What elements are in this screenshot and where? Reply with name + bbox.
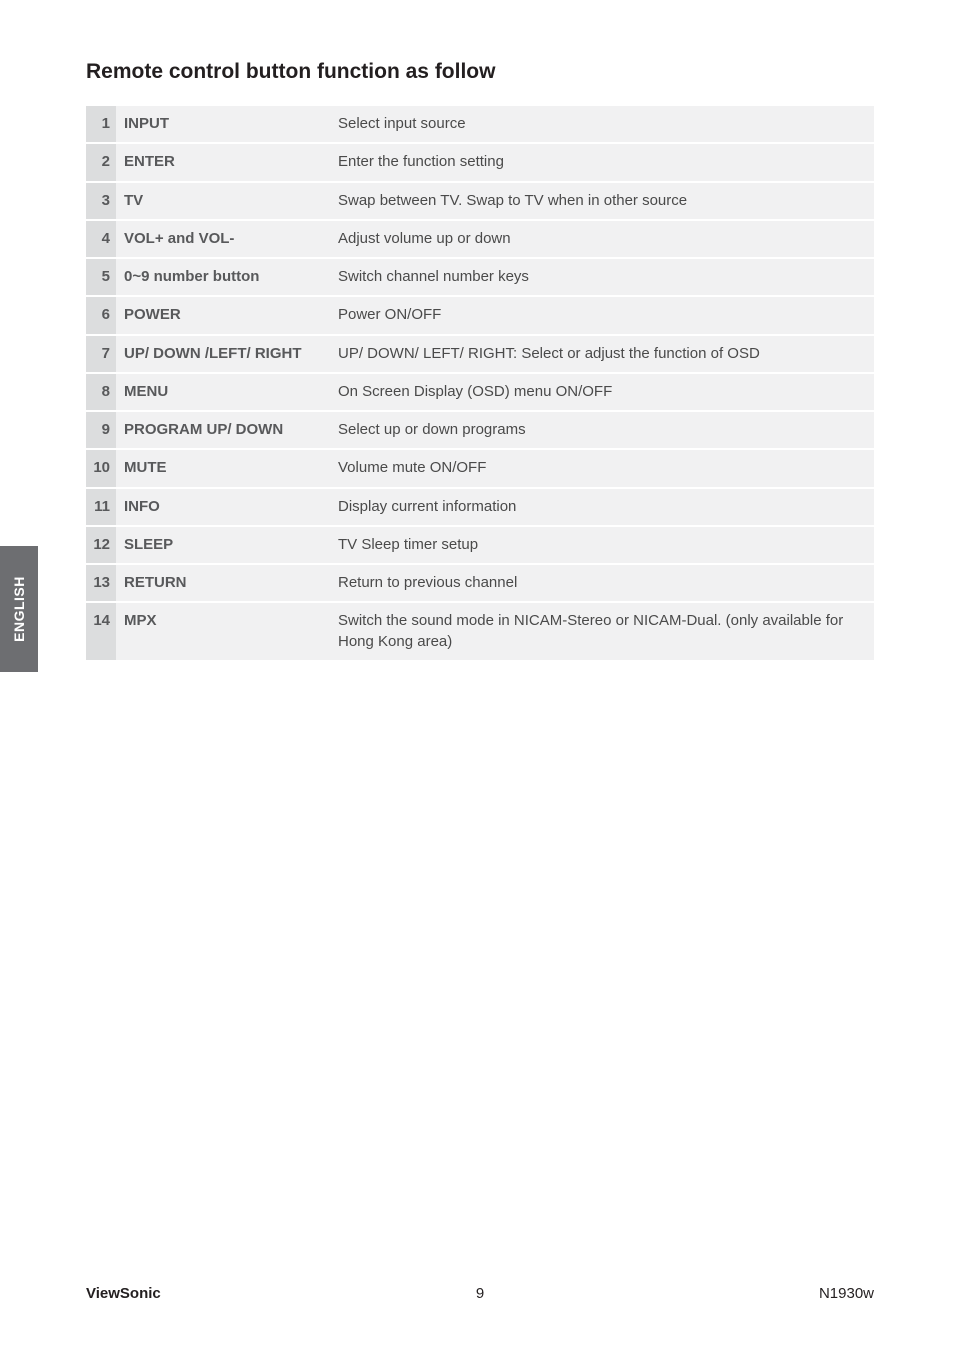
button-description: Display current information xyxy=(330,488,874,526)
row-number: 8 xyxy=(86,373,116,411)
button-description: UP/ DOWN/ LEFT/ RIGHT: Select or adjust … xyxy=(330,335,874,373)
table-row: 4VOL+ and VOL-Adjust volume up or down xyxy=(86,220,874,258)
button-description: Power ON/OFF xyxy=(330,296,874,334)
row-number: 4 xyxy=(86,220,116,258)
row-number: 6 xyxy=(86,296,116,334)
button-name: PROGRAM UP/ DOWN xyxy=(116,411,330,449)
button-name: INFO xyxy=(116,488,330,526)
button-name: INPUT xyxy=(116,106,330,143)
table-row: 2ENTEREnter the function setting xyxy=(86,143,874,181)
remote-control-table: 1INPUTSelect input source2ENTEREnter the… xyxy=(86,106,874,662)
button-name: UP/ DOWN /LEFT/ RIGHT xyxy=(116,335,330,373)
button-name: MUTE xyxy=(116,449,330,487)
button-name: POWER xyxy=(116,296,330,334)
row-number: 5 xyxy=(86,258,116,296)
row-number: 14 xyxy=(86,602,116,661)
button-description: Return to previous channel xyxy=(330,564,874,602)
table-row: 3TVSwap between TV. Swap to TV when in o… xyxy=(86,182,874,220)
table-row: 10MUTEVolume mute ON/OFF xyxy=(86,449,874,487)
table-row: 11INFODisplay current information xyxy=(86,488,874,526)
button-description: Enter the function setting xyxy=(330,143,874,181)
button-name: SLEEP xyxy=(116,526,330,564)
language-tab-label: ENGLISH xyxy=(11,576,27,642)
table-row: 13RETURNReturn to previous channel xyxy=(86,564,874,602)
row-number: 11 xyxy=(86,488,116,526)
table-row: 6POWERPower ON/OFF xyxy=(86,296,874,334)
remote-control-table-body: 1INPUTSelect input source2ENTEREnter the… xyxy=(86,106,874,661)
button-description: Switch channel number keys xyxy=(330,258,874,296)
button-name: VOL+ and VOL- xyxy=(116,220,330,258)
button-description: Switch the sound mode in NICAM-Stereo or… xyxy=(330,602,874,661)
table-row: 12SLEEPTV Sleep timer setup xyxy=(86,526,874,564)
button-name: ENTER xyxy=(116,143,330,181)
table-row: 9PROGRAM UP/ DOWNSelect up or down progr… xyxy=(86,411,874,449)
button-description: Swap between TV. Swap to TV when in othe… xyxy=(330,182,874,220)
footer: ViewSonic 9 N1930w xyxy=(86,1285,874,1302)
button-name: MENU xyxy=(116,373,330,411)
footer-brand: ViewSonic xyxy=(86,1285,161,1302)
button-description: Select input source xyxy=(330,106,874,143)
button-description: TV Sleep timer setup xyxy=(330,526,874,564)
button-description: On Screen Display (OSD) menu ON/OFF xyxy=(330,373,874,411)
language-tab: ENGLISH xyxy=(0,546,38,672)
button-description: Select up or down programs xyxy=(330,411,874,449)
row-number: 9 xyxy=(86,411,116,449)
row-number: 12 xyxy=(86,526,116,564)
footer-model: N1930w xyxy=(819,1285,874,1302)
button-description: Adjust volume up or down xyxy=(330,220,874,258)
button-name: 0~9 number button xyxy=(116,258,330,296)
button-name: RETURN xyxy=(116,564,330,602)
table-row: 50~9 number buttonSwitch channel number … xyxy=(86,258,874,296)
button-name: TV xyxy=(116,182,330,220)
table-row: 1INPUTSelect input source xyxy=(86,106,874,143)
table-row: 7UP/ DOWN /LEFT/ RIGHTUP/ DOWN/ LEFT/ RI… xyxy=(86,335,874,373)
button-name: MPX xyxy=(116,602,330,661)
row-number: 13 xyxy=(86,564,116,602)
button-description: Volume mute ON/OFF xyxy=(330,449,874,487)
table-row: 14MPXSwitch the sound mode in NICAM-Ster… xyxy=(86,602,874,661)
page-title: Remote control button function as follow xyxy=(86,60,874,84)
row-number: 7 xyxy=(86,335,116,373)
row-number: 1 xyxy=(86,106,116,143)
row-number: 10 xyxy=(86,449,116,487)
row-number: 3 xyxy=(86,182,116,220)
table-row: 8MENUOn Screen Display (OSD) menu ON/OFF xyxy=(86,373,874,411)
row-number: 2 xyxy=(86,143,116,181)
footer-page-number: 9 xyxy=(476,1285,484,1302)
